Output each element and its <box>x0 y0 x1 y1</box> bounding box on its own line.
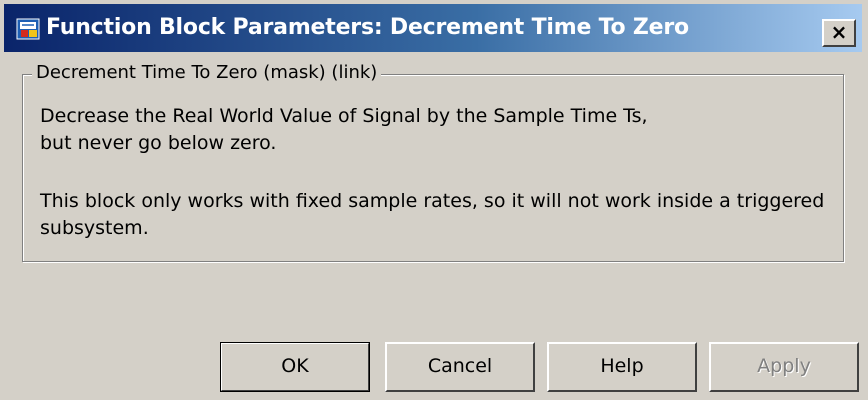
close-icon: × <box>830 20 848 44</box>
description-line: subsystem. <box>40 217 149 239</box>
description-line: but never go below zero. <box>40 132 277 154</box>
group-legend: Decrement Time To Zero (mask) (link) <box>32 61 382 85</box>
ok-button[interactable]: OK <box>220 342 370 392</box>
help-button[interactable]: Help <box>547 342 697 392</box>
simulink-block-icon <box>16 18 40 40</box>
close-button[interactable]: × <box>822 19 856 47</box>
function-block-parameters-dialog: Function Block Parameters: Decrement Tim… <box>0 0 868 400</box>
cancel-button[interactable]: Cancel <box>385 342 535 392</box>
description-line: Decrease the Real World Value of Signal … <box>40 105 648 127</box>
window-title: Function Block Parameters: Decrement Tim… <box>46 15 689 40</box>
title-bar[interactable]: Function Block Parameters: Decrement Tim… <box>4 4 862 52</box>
description-line: This block only works with fixed sample … <box>40 190 825 212</box>
apply-button[interactable]: Apply <box>709 342 859 392</box>
